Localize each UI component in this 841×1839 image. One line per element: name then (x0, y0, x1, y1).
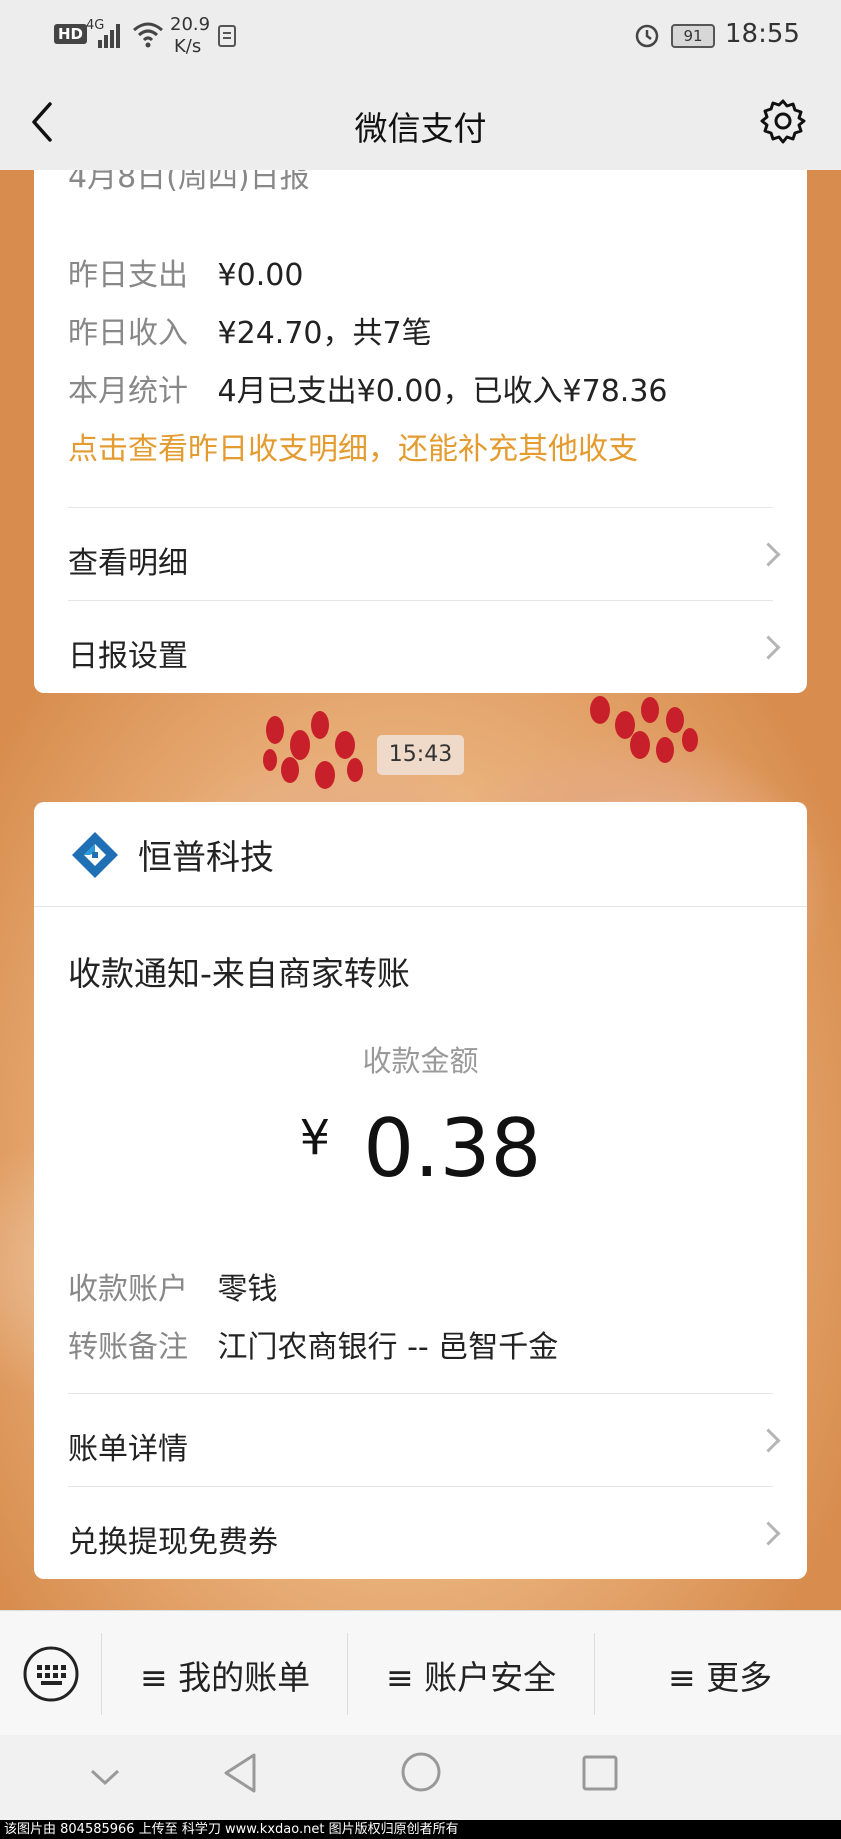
detail-value: 江门农商银行 -- 邑智千金 (217, 1330, 559, 1365)
menu-label: 查看明细 (68, 546, 188, 581)
clipboard-icon (218, 25, 236, 47)
back-nav-icon[interactable] (220, 1751, 260, 1795)
signal-icon (98, 24, 120, 48)
report-row-label: 本月统计 (68, 374, 188, 409)
menu-label: 账单详情 (68, 1432, 188, 1467)
chevron-right-icon (756, 542, 781, 567)
net-speed-value: 20.9 (170, 14, 211, 35)
watermark-footer: 该图片由 804585966 上传至 科学刀 www.kxdao.net 图片版… (0, 1820, 841, 1839)
keyboard-icon[interactable] (22, 1645, 80, 1703)
tab-account-security[interactable]: ≡ 账户安全 (386, 1651, 556, 1699)
notification-title: 收款通知-来自商家转账 (68, 954, 410, 993)
nav-bar: 微信支付 (0, 72, 841, 170)
merchant-header: 恒普科技 (34, 802, 807, 906)
report-row-expense: 昨日支出 ¥0.00 (68, 250, 303, 294)
page-title: 微信支付 (354, 109, 487, 148)
battery-icon: 91 (671, 24, 715, 48)
menu-redeem-coupon[interactable]: 兑换提现免费券 (34, 1487, 807, 1579)
report-row-label: 昨日收入 (68, 316, 188, 351)
report-row-value: ¥24.70，共7笔 (217, 316, 432, 351)
chevron-right-icon (756, 1428, 781, 1453)
daily-report-card: 4月8日(周四)日报 昨日支出 ¥0.00 昨日收入 ¥24.70，共7笔 本月… (34, 170, 807, 693)
clock: 18:55 (725, 19, 800, 49)
report-detail-link[interactable]: 点击查看昨日收支明细，还能补充其他收支 (68, 424, 638, 468)
separator (101, 1633, 102, 1715)
tab-more[interactable]: ≡ 更多 (668, 1651, 772, 1699)
currency-symbol: ¥ (299, 1110, 331, 1166)
separator (594, 1633, 595, 1715)
detail-row-remark: 转账备注 江门农商银行 -- 邑智千金 (68, 1322, 558, 1366)
report-row-value: ¥0.00 (217, 258, 304, 293)
home-nav-icon[interactable] (400, 1751, 442, 1793)
status-bar: HD 4G 20.9 K/s 91 18:55 (0, 0, 841, 72)
detail-row-account: 收款账户 零钱 (68, 1264, 278, 1308)
merchant-name: 恒普科技 (138, 838, 274, 878)
tab-my-bills[interactable]: ≡ 我的账单 (140, 1651, 310, 1699)
detail-label: 转账备注 (68, 1330, 188, 1365)
report-heading: 4月8日(周四)日报 (68, 170, 310, 195)
recents-nav-icon[interactable] (580, 1753, 620, 1793)
chevron-right-icon (756, 635, 781, 660)
detail-value: 零钱 (217, 1272, 278, 1307)
menu-view-details[interactable]: 查看明细 (34, 508, 807, 600)
merchant-logo-icon (72, 832, 118, 878)
amount-display: ¥ 0.38 (34, 1102, 807, 1195)
wifi-icon (133, 22, 163, 48)
amount-value: 0.38 (363, 1102, 542, 1195)
hide-keyboard-icon[interactable] (88, 1765, 122, 1789)
separator (347, 1633, 348, 1715)
report-row-month: 本月统计 4月已支出¥0.00，已收入¥78.36 (68, 366, 668, 410)
report-row-label: 昨日支出 (68, 258, 188, 293)
detail-label: 收款账户 (68, 1272, 188, 1307)
gear-icon[interactable] (760, 98, 806, 144)
menu-bill-details[interactable]: 账单详情 (34, 1394, 807, 1486)
divider (34, 906, 807, 907)
alarm-icon (635, 24, 659, 48)
menu-label: 日报设置 (68, 639, 188, 674)
payment-notification-card[interactable]: 恒普科技 收款通知-来自商家转账 收款金额 ¥ 0.38 收款账户 零钱 转账备… (34, 802, 807, 1579)
hd-indicator: HD (54, 24, 88, 44)
menu-report-settings[interactable]: 日报设置 (34, 601, 807, 693)
report-row-value: 4月已支出¥0.00，已收入¥78.36 (217, 374, 668, 409)
bottom-menu-bar: ≡ 我的账单 ≡ 账户安全 ≡ 更多 (0, 1610, 841, 1736)
battery-level: 91 (683, 27, 703, 45)
report-row-income: 昨日收入 ¥24.70，共7笔 (68, 308, 432, 352)
amount-label: 收款金额 (362, 1044, 479, 1078)
menu-label: 兑换提现免费券 (68, 1525, 278, 1560)
chevron-right-icon (756, 1521, 781, 1546)
net-speed-unit: K/s (174, 36, 202, 57)
message-timestamp: 15:43 (377, 735, 464, 775)
